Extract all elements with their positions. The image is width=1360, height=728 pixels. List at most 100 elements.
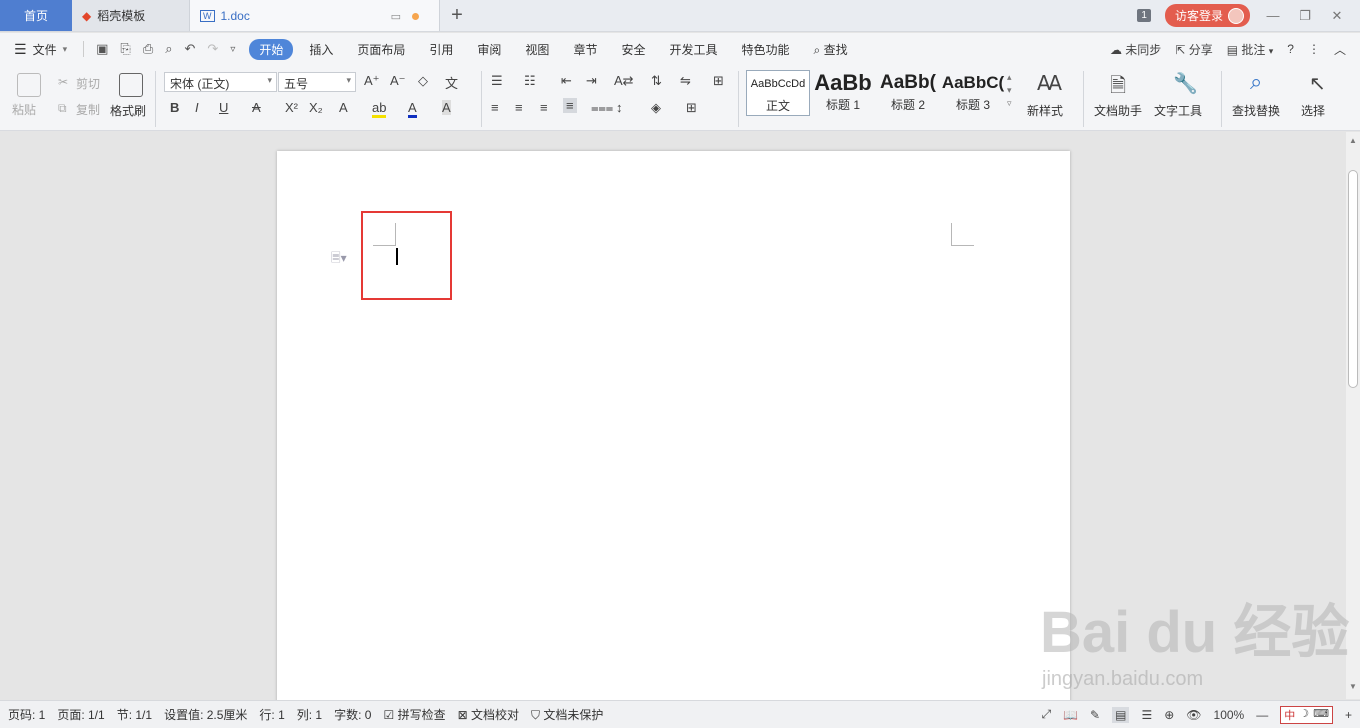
cut-button[interactable]: 剪切 [76,75,100,92]
wrench-icon[interactable]: 🔧 [1173,71,1198,96]
more-button[interactable]: ⋮ [1308,42,1320,56]
tab-features[interactable]: 特色功能 [729,41,801,58]
increase-indent-icon[interactable]: ⇥ [586,73,597,89]
doc-helper-icon[interactable]: 🗎 [1110,71,1126,105]
minimize-button[interactable]: — [1264,8,1282,23]
bullets-icon[interactable]: ☰ [491,73,503,89]
tab-page-layout[interactable]: 页面布局 [345,41,417,58]
proof-button[interactable]: ⊠ 文档校对 [458,706,519,723]
font-color-icon[interactable]: A [408,100,417,118]
highlight-icon[interactable]: ab [372,100,387,118]
align-center-icon[interactable]: ≡ [515,100,523,115]
font-size-select[interactable]: 五号 [278,72,356,92]
line-spacing-icon[interactable]: ↕ [616,100,623,115]
zoom-level[interactable]: 100% [1214,708,1245,722]
superscript-icon[interactable]: X² [285,100,298,115]
strikethrough-icon[interactable]: A [252,100,261,115]
copy-button[interactable]: 复制 [76,101,100,118]
shrink-font-icon[interactable]: A⁻ [390,73,406,89]
bold-icon[interactable]: B [170,100,179,115]
new-style-icon[interactable]: Ꜳ [1037,71,1062,96]
help-button[interactable]: ? [1287,42,1294,56]
tab-start[interactable]: 开始 [249,38,294,60]
reading-mode-icon[interactable]: 📖 [1063,708,1078,722]
copy-icon[interactable]: ⧉ [58,101,67,116]
table-frame-icon[interactable]: ⊞ [713,73,724,89]
pen-icon[interactable]: ✎ [1090,708,1100,722]
scroll-thumb[interactable] [1348,170,1358,388]
ime-toolbar[interactable]: 中 ☽ ⌨ [1280,705,1333,724]
monitor-icon[interactable]: ▭ [391,10,401,23]
share-button[interactable]: ⇱ 分享 [1175,41,1212,58]
phonetic-icon[interactable]: 文 [445,73,458,92]
window-count-badge[interactable]: 1 [1137,9,1151,22]
format-painter-icon[interactable] [119,73,143,97]
text-effect-icon[interactable]: A [339,100,348,115]
show-marks-icon[interactable]: ⇋ [680,73,691,89]
tab-developer[interactable]: 开发工具 [657,41,729,58]
outline-view-icon[interactable]: ☰ [1141,708,1152,722]
find-replace-icon[interactable]: ⌕ [1250,69,1262,95]
decrease-indent-icon[interactable]: ⇤ [561,73,572,89]
text-tools-button[interactable]: 文字工具 [1154,102,1202,119]
zoom-out-button[interactable]: — [1256,708,1268,722]
restore-button[interactable]: ❐ [1296,8,1314,24]
styles-scroll-icon[interactable]: ▴ ▾ ▿ [1007,71,1012,110]
sync-button[interactable]: ☁ 未同步 [1110,41,1161,58]
italic-icon[interactable]: I [195,100,199,115]
paste-icon[interactable] [17,73,41,97]
close-button[interactable]: ✕ [1328,8,1346,24]
style-heading-3[interactable]: AaBbC( 标题 3 [941,70,1005,116]
style-normal[interactable]: AaBbCcDd 正文 [746,70,810,116]
export-icon[interactable]: ⎘ [114,41,136,57]
tab-insert[interactable]: 插入 [297,41,345,58]
cursor-icon[interactable]: ↖ [1309,71,1326,96]
scroll-down-icon[interactable]: ▼ [1346,682,1360,691]
web-view-icon[interactable]: ⊕ [1164,708,1174,722]
document-page[interactable]: 🗏▾ [277,151,1070,711]
doc-helper-button[interactable]: 文档助手 [1094,102,1142,119]
borders-icon[interactable]: ⊞ [686,100,697,116]
status-word-count[interactable]: 字数: 0 [334,706,371,723]
comment-button[interactable]: ▤ 批注 ▾ [1227,41,1274,58]
tab-review[interactable]: 审阅 [465,41,513,58]
tab-security[interactable]: 安全 [609,41,657,58]
save-icon[interactable]: ▣ [90,41,114,57]
new-style-button[interactable]: 新样式 [1027,102,1063,119]
paragraph-handle-icon[interactable]: 🗏▾ [331,249,347,270]
justify-icon[interactable]: ≡ [563,98,577,113]
protect-button[interactable]: ⛉ 文档未保护 [531,706,603,723]
find-replace-button[interactable]: 查找替换 [1232,102,1280,119]
file-menu[interactable]: ☰ 文件 ▾ [14,41,77,58]
scroll-up-icon[interactable]: ▲ [1346,136,1360,145]
clear-format-icon[interactable]: ◇ [418,73,428,89]
spell-check-button[interactable]: ☑ 拼写检查 [383,706,445,723]
paste-button[interactable]: 粘贴 [12,101,36,118]
page-view-icon[interactable]: ▤ [1112,706,1130,723]
new-tab-button[interactable]: + [440,0,474,31]
sort-icon[interactable]: ⇅ [651,73,662,89]
search-menu[interactable]: ⌕ 查找 [802,41,860,58]
zoom-in-button[interactable]: + [1345,708,1352,722]
guest-login-button[interactable]: 访客登录 [1164,4,1250,27]
undo-icon[interactable]: ↶ [179,41,202,57]
print-icon[interactable]: ⎙ [137,41,159,57]
numbering-icon[interactable]: ☷ [524,73,536,89]
style-heading-2[interactable]: AaBb( 标题 2 [876,70,940,116]
char-shading-icon[interactable]: A [442,100,451,115]
distributed-icon[interactable]: ⩶ [591,100,613,116]
underline-icon[interactable]: U [219,100,228,115]
tab-template[interactable]: ◆ 稻壳模板 [72,0,190,31]
tab-view[interactable]: 视图 [513,41,561,58]
format-painter-button[interactable]: 格式刷 [110,102,146,119]
print-preview-icon[interactable]: ⌕ [159,41,178,57]
select-button[interactable]: 选择 [1301,102,1325,119]
subscript-icon[interactable]: X₂ [309,100,323,115]
tab-home[interactable]: 首页 [0,0,72,31]
grow-font-icon[interactable]: A⁺ [364,73,380,89]
tab-document[interactable]: W 1.doc ▭ [190,0,440,31]
eye-protect-icon[interactable]: 👁 [1186,708,1201,722]
font-name-select[interactable]: 宋体 (正文) [164,72,277,92]
style-heading-1[interactable]: AaBb 标题 1 [811,70,875,116]
tab-references[interactable]: 引用 [417,41,465,58]
